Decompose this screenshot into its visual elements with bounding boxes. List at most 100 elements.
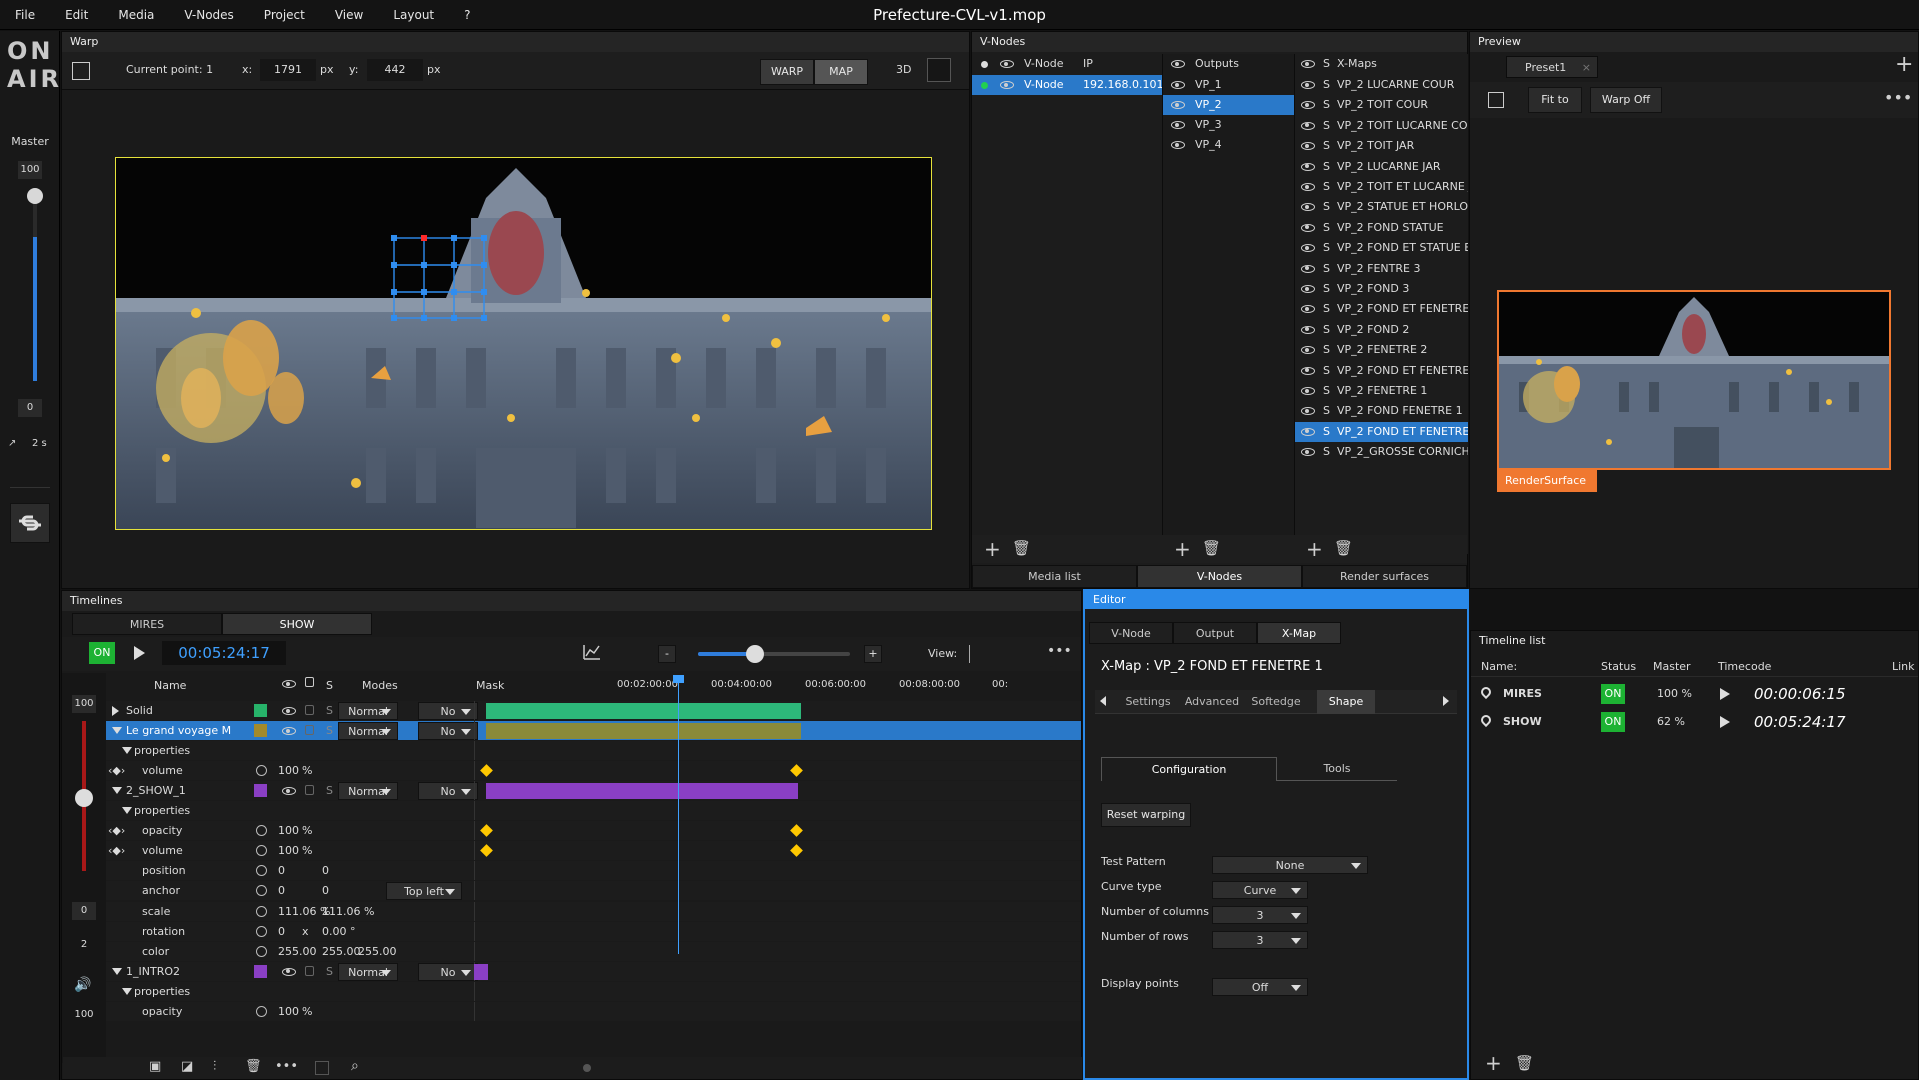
solo-toggle[interactable]: S bbox=[1323, 218, 1330, 238]
play-icon[interactable] bbox=[1720, 688, 1730, 700]
field-dropdown[interactable]: Curve bbox=[1212, 881, 1308, 899]
solo-toggle[interactable]: S bbox=[1323, 116, 1330, 136]
prop-value-1[interactable]: 0 bbox=[278, 922, 285, 941]
layer-row-layer[interactable]: 1_INTRO2 S Normal No bbox=[106, 961, 1081, 981]
mode-dropdown[interactable]: Normal bbox=[338, 962, 398, 981]
timeline-clip[interactable] bbox=[486, 703, 801, 719]
xmap-row[interactable]: S VP_2 TOIT JAR bbox=[1295, 136, 1468, 156]
solo-toggle[interactable]: S bbox=[1323, 299, 1330, 319]
eye-icon[interactable] bbox=[1301, 340, 1315, 360]
add-output-icon[interactable]: + bbox=[1174, 537, 1191, 561]
play-icon[interactable] bbox=[1720, 716, 1730, 728]
timeline-on-badge[interactable]: ON bbox=[89, 642, 115, 664]
lock-icon[interactable] bbox=[305, 725, 314, 736]
xmap-row[interactable]: S VP_2 FOND 2 bbox=[1295, 320, 1468, 340]
timeline-clip[interactable] bbox=[474, 963, 488, 980]
menu-project[interactable]: Project bbox=[249, 0, 320, 30]
focus-icon[interactable] bbox=[72, 62, 90, 80]
keyframe-nav-icon[interactable]: ‹◆› bbox=[108, 841, 125, 860]
menu-[interactable]: ? bbox=[449, 0, 485, 30]
prop-value-1[interactable]: 100 bbox=[278, 821, 299, 840]
layer-master-handle[interactable] bbox=[75, 789, 93, 807]
config-tab-configuration[interactable]: Configuration bbox=[1101, 757, 1277, 781]
solo-toggle[interactable]: S bbox=[1323, 177, 1330, 197]
x-input[interactable]: 1791 bbox=[260, 59, 316, 81]
layer-row-prop[interactable]: opacity 100% bbox=[106, 1001, 1081, 1021]
mixer-icon[interactable]: ⫶ bbox=[213, 1059, 216, 1074]
lock-icon[interactable] bbox=[305, 705, 314, 715]
solo-toggle[interactable]: S bbox=[1323, 136, 1330, 156]
solo-toggle[interactable]: S bbox=[1323, 197, 1330, 217]
xmap-row[interactable]: S VP_2 FOND 3 bbox=[1295, 279, 1468, 299]
anchor-dropdown[interactable]: Top left bbox=[386, 882, 462, 901]
eye-icon[interactable] bbox=[1301, 157, 1315, 177]
stopwatch-icon[interactable] bbox=[256, 945, 267, 957]
xmap-row[interactable]: S VP_2 LUCARNE JAR bbox=[1295, 157, 1468, 177]
mask-dropdown[interactable]: No bbox=[418, 962, 478, 981]
prev-tab-icon[interactable] bbox=[1100, 696, 1106, 706]
output-row[interactable]: VP_3 bbox=[1163, 115, 1294, 135]
layer-row-group[interactable]: properties bbox=[106, 741, 1081, 761]
solo-toggle[interactable]: S bbox=[1323, 401, 1330, 421]
prop-value-1[interactable]: 255.00 bbox=[278, 942, 317, 961]
more-icon[interactable]: ••• bbox=[1884, 88, 1912, 107]
collapse-icon[interactable] bbox=[112, 727, 122, 735]
subtab-softedge[interactable]: Softedge bbox=[1245, 690, 1307, 714]
field-dropdown[interactable]: 3 bbox=[1212, 906, 1308, 924]
curve-icon[interactable] bbox=[582, 643, 602, 661]
delete-timeline-icon[interactable]: 🗑 bbox=[1515, 1054, 1534, 1072]
xmap-row[interactable]: S VP_2 LUCARNE COUR bbox=[1295, 75, 1468, 95]
layer-row-prop[interactable]: position 0 0 bbox=[106, 861, 1081, 881]
eye-icon[interactable] bbox=[282, 962, 296, 981]
checkbox[interactable] bbox=[315, 1061, 329, 1075]
eye-icon[interactable] bbox=[1171, 95, 1185, 115]
keyframe-nav-icon[interactable]: ‹◆› bbox=[108, 821, 125, 840]
delete-vnode-icon[interactable]: 🗑 bbox=[1012, 539, 1031, 557]
map-mode-button[interactable]: MAP bbox=[814, 59, 868, 85]
solo-toggle[interactable]: S bbox=[326, 781, 333, 800]
close-tab-icon[interactable]: × bbox=[1582, 57, 1591, 79]
eye-icon[interactable] bbox=[1301, 116, 1315, 136]
eye-icon[interactable] bbox=[1000, 75, 1014, 95]
render-surface-label[interactable]: RenderSurface bbox=[1497, 470, 1597, 492]
menu-view[interactable]: View bbox=[320, 0, 378, 30]
eye-icon[interactable] bbox=[282, 701, 296, 720]
xmap-row[interactable]: S VP_2 TOIT LUCARNE COUR bbox=[1295, 116, 1468, 136]
layer-row-prop[interactable]: anchor 0 0 Top left bbox=[106, 881, 1081, 901]
layer-row-prop[interactable]: ‹◆› opacity 100% bbox=[106, 821, 1081, 841]
warp-mode-button[interactable]: WARP bbox=[760, 59, 814, 85]
xmap-row[interactable]: S VP_2 FOND FENETRE 1 bbox=[1295, 401, 1468, 421]
lock-icon[interactable] bbox=[305, 785, 314, 796]
solo-toggle[interactable]: S bbox=[1323, 259, 1330, 279]
solo-toggle[interactable]: S bbox=[326, 701, 333, 720]
next-tab-icon[interactable] bbox=[1443, 696, 1449, 706]
xmap-row[interactable]: S VP_2 STATUE ET HORLOGE bbox=[1295, 197, 1468, 217]
solo-toggle[interactable]: S bbox=[326, 962, 333, 981]
add-timeline-icon[interactable]: + bbox=[1485, 1051, 1502, 1075]
menu-edit[interactable]: Edit bbox=[50, 0, 103, 30]
field-dropdown[interactable]: Off bbox=[1212, 978, 1308, 996]
eye-icon[interactable] bbox=[1301, 422, 1315, 442]
timecode-display[interactable]: 00:05:24:17 bbox=[162, 641, 286, 665]
solo-toggle[interactable]: S bbox=[1323, 75, 1330, 95]
vnode-row[interactable]: V-Node 192.168.0.101 bbox=[972, 75, 1162, 95]
search-icon[interactable]: ⌕ bbox=[351, 1058, 359, 1074]
solo-toggle[interactable]: S bbox=[1323, 95, 1330, 115]
layer-row-prop[interactable]: scale 111.06 % 111.06 % bbox=[106, 901, 1081, 921]
stopwatch-icon[interactable] bbox=[256, 865, 267, 877]
field-dropdown[interactable]: 3 bbox=[1212, 931, 1308, 949]
xmap-row[interactable]: S VP_2 FOND STATUE bbox=[1295, 218, 1468, 238]
xmap-row[interactable]: S VP_2_GROSSE CORNICHE bbox=[1295, 442, 1468, 462]
collapse-icon[interactable] bbox=[112, 967, 122, 975]
stopwatch-icon[interactable] bbox=[256, 845, 267, 857]
prop-value-1[interactable]: 0 bbox=[278, 881, 285, 900]
xmap-row[interactable]: S VP_2 TOIT COUR bbox=[1295, 95, 1468, 115]
prop-value-3[interactable]: 255.00 bbox=[358, 942, 397, 961]
tab-media-list[interactable]: Media list bbox=[972, 565, 1137, 588]
solo-toggle[interactable]: S bbox=[1323, 422, 1330, 442]
speaker-icon[interactable]: 🔊 bbox=[74, 977, 91, 993]
mask-dropdown[interactable]: No bbox=[418, 782, 478, 801]
stopwatch-icon[interactable] bbox=[256, 925, 267, 937]
layer-row-prop[interactable]: ‹◆› volume 100% bbox=[106, 841, 1081, 861]
timeline-clip[interactable] bbox=[486, 723, 801, 740]
